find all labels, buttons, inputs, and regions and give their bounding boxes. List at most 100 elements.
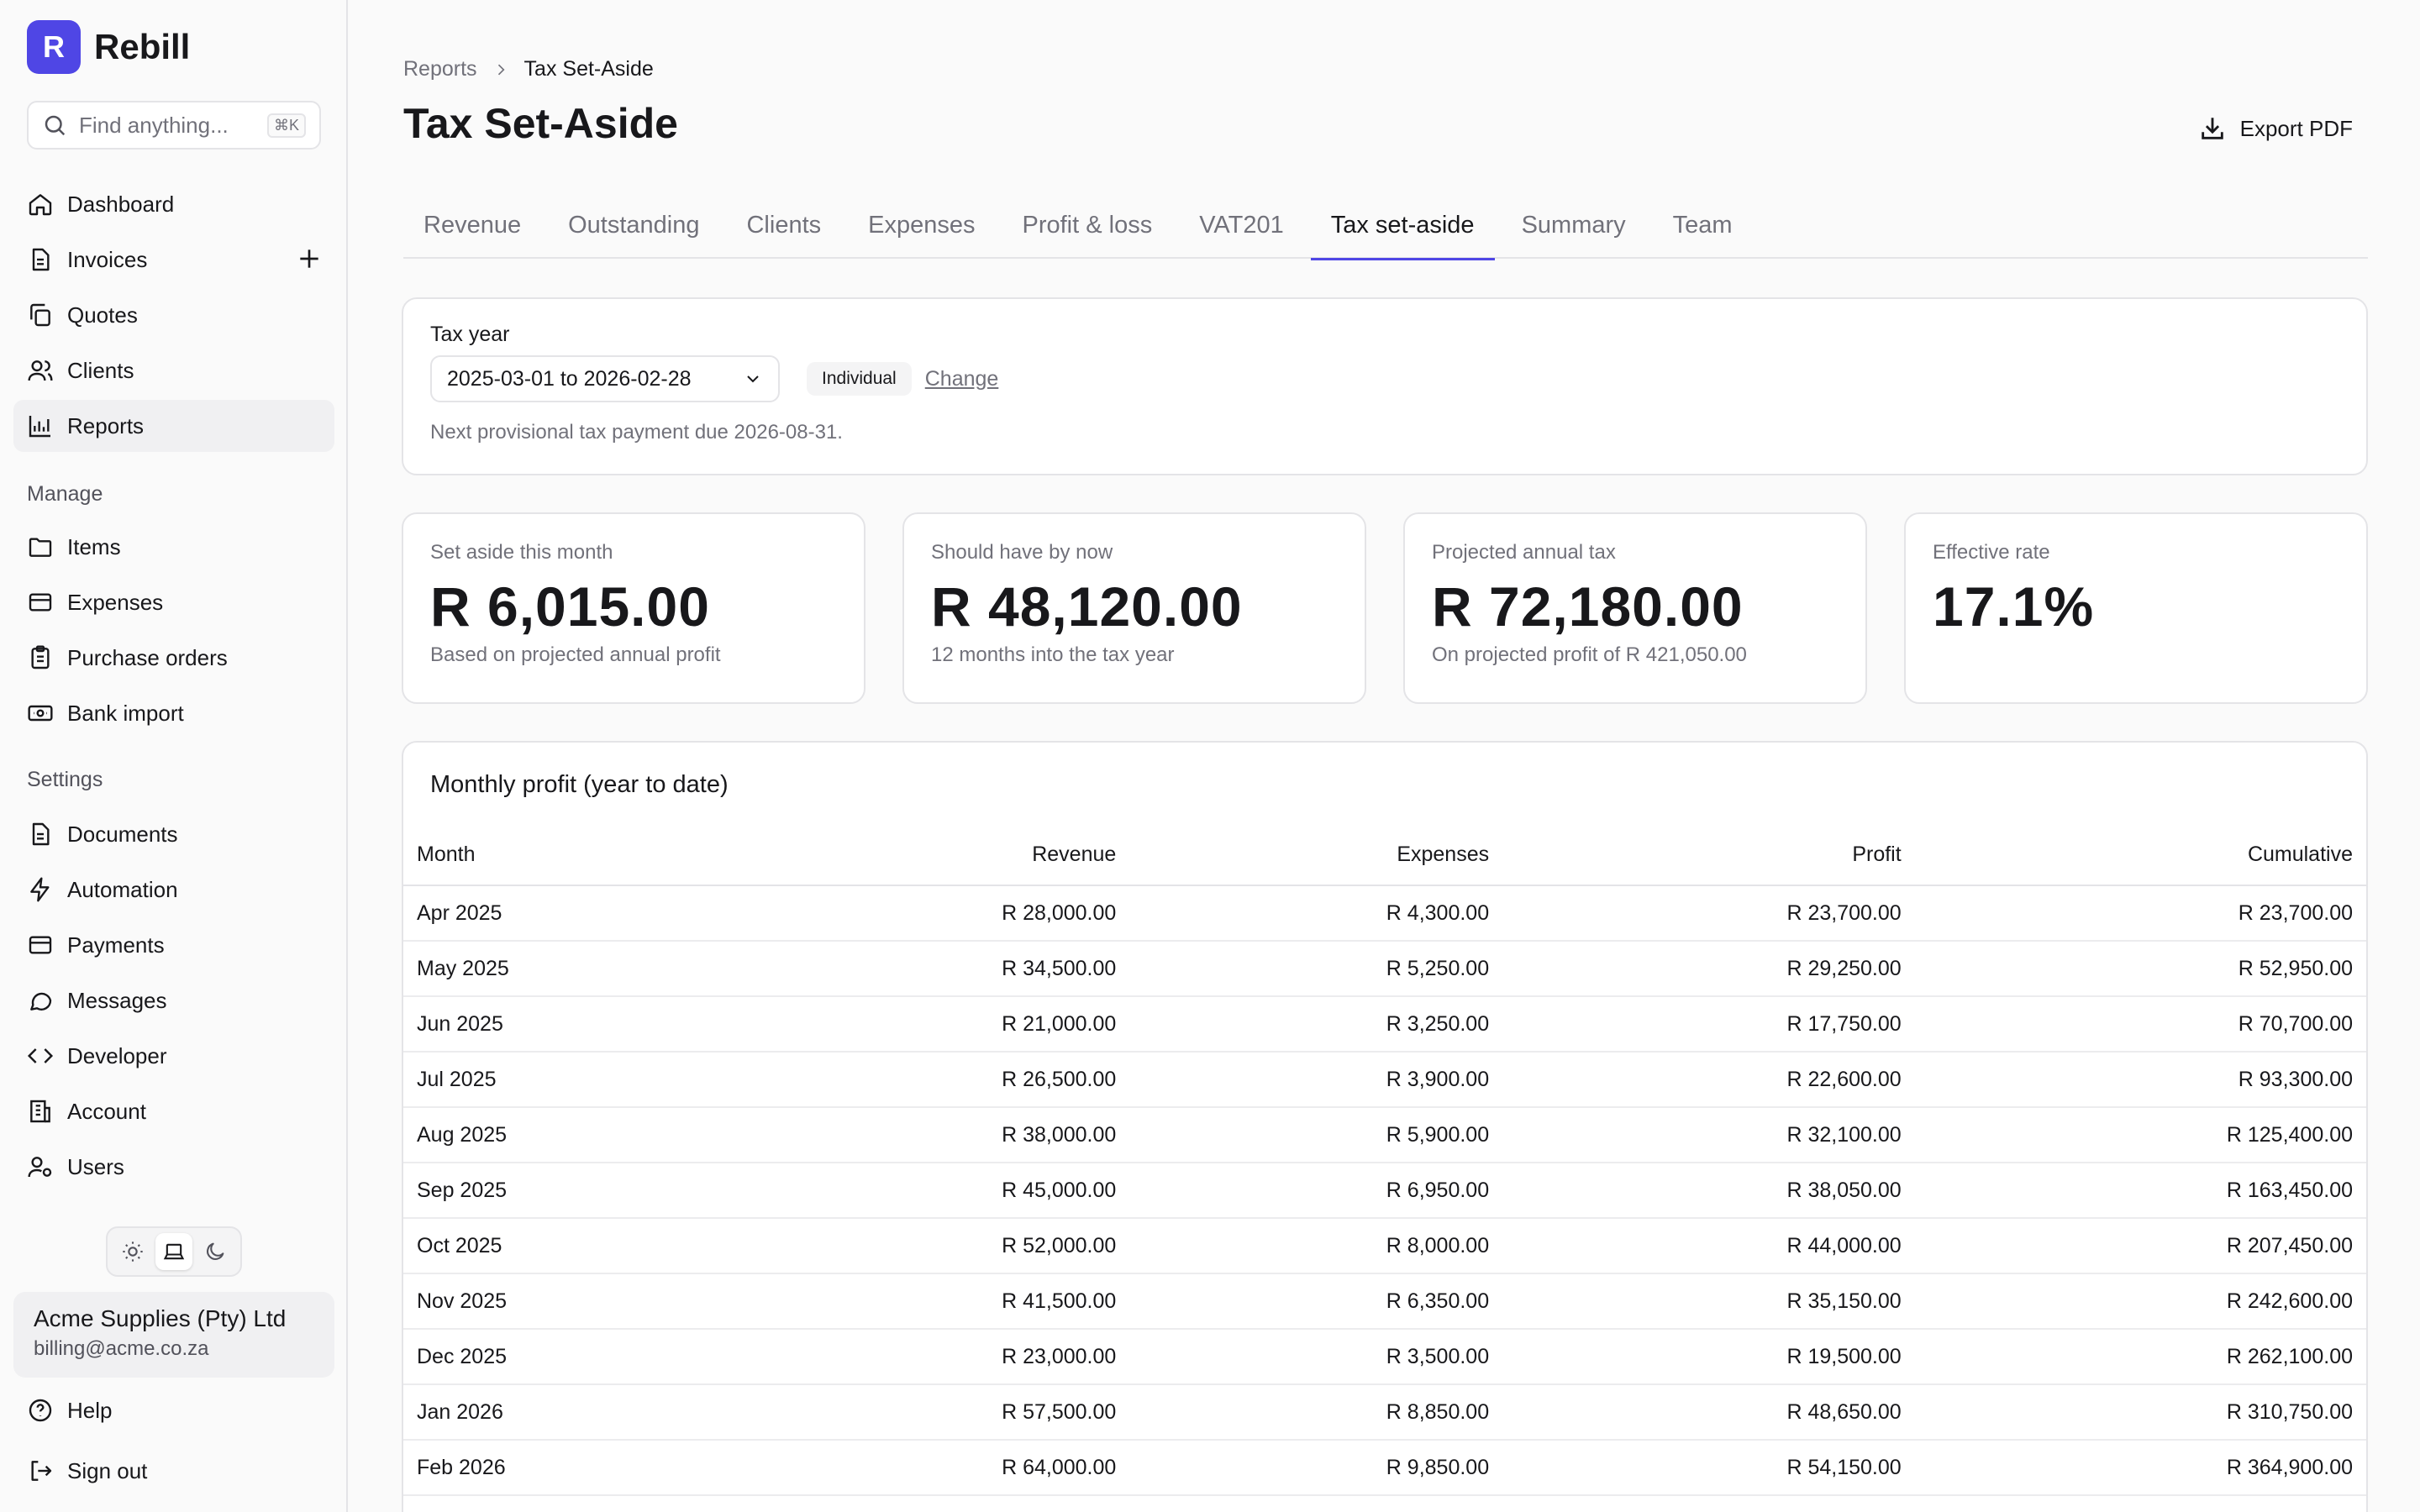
- nav-purchase-orders[interactable]: Purchase orders: [13, 632, 334, 684]
- account-switcher[interactable]: Acme Supplies (Pty) Ltd billing@acme.co.…: [13, 1292, 334, 1378]
- monthly-profit-panel: Monthly profit (year to date) Month Reve…: [402, 741, 2368, 1512]
- cell-expenses: R 5,250.00: [1129, 941, 1503, 997]
- nav-automation[interactable]: Automation: [13, 864, 334, 916]
- nav-documents[interactable]: Documents: [13, 808, 334, 860]
- cell-profit: R 54,150.00: [1502, 1440, 1915, 1496]
- chevron-right-icon: [497, 64, 505, 75]
- credit-card-icon: [29, 593, 52, 612]
- cell-month: Oct 2025: [403, 1218, 718, 1274]
- kpi-subtext: 12 months into the tax year: [931, 643, 1175, 666]
- cell-expenses: R 4,300.00: [1129, 885, 1503, 942]
- cell-cumulative: R 310,750.00: [1914, 1384, 2366, 1441]
- theme-dark-button[interactable]: [197, 1233, 234, 1270]
- nav-account[interactable]: Account: [13, 1085, 334, 1137]
- table-row: Sep 2025 R 45,000.00 R 6,950.00 R 38,050.00…: [403, 1163, 2366, 1219]
- cell-expenses: R 3,900.00: [1129, 1052, 1503, 1108]
- column-header-month: Month: [403, 825, 718, 886]
- tab-outstanding[interactable]: Outstanding: [548, 192, 719, 259]
- cell-profit: R 29,250.00: [1502, 941, 1915, 997]
- tab-revenue[interactable]: Revenue: [403, 192, 541, 259]
- kpi-card-set-aside: Set aside this month R 6,015.00 Based on…: [402, 512, 865, 704]
- kpi-value: R 6,015.00: [430, 575, 710, 638]
- clipboard-icon: [31, 645, 50, 669]
- nav-clients[interactable]: Clients: [13, 344, 334, 396]
- kpi-subtext: On projected profit of R 421,050.00: [1432, 643, 1747, 666]
- file-text-icon: [32, 822, 50, 846]
- moon-icon: [206, 1242, 224, 1260]
- table-row: Jan 2026 R 57,500.00 R 8,850.00 R 48,650.00…: [403, 1384, 2366, 1441]
- cell-month: Feb 2026: [403, 1440, 718, 1496]
- kpi-label: Effective rate: [1933, 541, 2050, 564]
- settings-section-label: Settings: [27, 768, 103, 791]
- nav-dashboard[interactable]: Dashboard: [13, 178, 334, 230]
- add-invoice-icon[interactable]: [296, 245, 323, 272]
- brand-name: Rebill: [94, 27, 191, 66]
- export-pdf-label: Export PDF: [2239, 115, 2353, 141]
- column-header-cumulative: Cumulative: [1914, 825, 2366, 886]
- nav-items[interactable]: Items: [13, 521, 334, 573]
- cell-profit: R 32,100.00: [1502, 1107, 1915, 1163]
- chevron-down-icon: [747, 375, 759, 383]
- tab-team[interactable]: Team: [1653, 192, 1753, 259]
- cell-cumulative: R 242,600.00: [1914, 1273, 2366, 1330]
- tab-summary[interactable]: Summary: [1502, 192, 1646, 259]
- nav-bank-import[interactable]: Bank import: [13, 687, 334, 739]
- brand[interactable]: R Rebill: [27, 20, 190, 74]
- cell-month: Jul 2025: [403, 1052, 718, 1108]
- kpi-label: Projected annual tax: [1432, 541, 1616, 564]
- nav-dashboard-label: Dashboard: [67, 191, 175, 217]
- tab-clients[interactable]: Clients: [726, 192, 841, 259]
- users-icon: [28, 360, 53, 381]
- cell-month: Aug 2025: [403, 1107, 718, 1163]
- sidebar: R Rebill Find anything... ⌘K Dashboard I…: [0, 0, 348, 1512]
- cell-cumulative: R 52,950.00: [1914, 941, 2366, 997]
- tab-tax-set-aside[interactable]: Tax set-aside: [1310, 192, 1495, 260]
- cell-cumulative: R 207,450.00: [1914, 1218, 2366, 1274]
- nav-messages[interactable]: Messages: [13, 974, 334, 1026]
- cell-profit: R 35,150.00: [1502, 1273, 1915, 1330]
- nav-expenses[interactable]: Expenses: [13, 576, 334, 628]
- kpi-card-effective-rate: Effective rate 17.1%: [1904, 512, 2368, 704]
- breadcrumb-reports-link[interactable]: Reports: [403, 57, 477, 81]
- search-placeholder: Find anything...: [79, 112, 229, 138]
- cell-revenue: R 38,000.00: [717, 1107, 1130, 1163]
- nav-invoices[interactable]: Invoices: [13, 234, 334, 286]
- tab-vat201[interactable]: VAT201: [1179, 192, 1303, 259]
- cell-expenses: R 5,900.00: [1129, 1107, 1503, 1163]
- report-tabs: Revenue Outstanding Clients Expenses Pro…: [403, 192, 2368, 260]
- table-row: Jul 2025 R 26,500.00 R 3,900.00 R 22,600.00…: [403, 1052, 2366, 1108]
- kpi-value: R 48,120.00: [931, 575, 1243, 638]
- tab-profit-loss[interactable]: Profit & loss: [1002, 192, 1173, 259]
- tax-year-select[interactable]: 2025-03-01 to 2026-02-28: [430, 355, 780, 402]
- nav-developer[interactable]: Developer: [13, 1030, 334, 1082]
- bar-chart-icon: [29, 416, 50, 438]
- cell-cumulative: R 262,100.00: [1914, 1329, 2366, 1385]
- nav-users-label: Users: [67, 1153, 124, 1179]
- nav-help[interactable]: Help: [13, 1384, 334, 1436]
- nav-documents-label: Documents: [67, 821, 178, 847]
- nav-users[interactable]: Users: [13, 1141, 334, 1193]
- change-taxpayer-link[interactable]: Change: [925, 367, 999, 391]
- breadcrumb-current: Tax Set-Aside: [523, 57, 654, 81]
- building-icon: [30, 1100, 50, 1123]
- search-input[interactable]: Find anything... ⌘K: [27, 101, 321, 150]
- cell-revenue: R 57,500.00: [717, 1384, 1130, 1441]
- nav-reports[interactable]: Reports: [13, 400, 334, 452]
- nav-reports-label: Reports: [67, 412, 145, 438]
- nav-quotes[interactable]: Quotes: [13, 289, 334, 341]
- nav-payments[interactable]: Payments: [13, 919, 334, 971]
- cell-month: May 2025: [403, 941, 718, 997]
- tab-expenses[interactable]: Expenses: [848, 192, 995, 259]
- cell-revenue: R 45,000.00: [717, 1163, 1130, 1219]
- theme-system-button[interactable]: [155, 1233, 192, 1270]
- cell-cumulative: R 125,400.00: [1914, 1107, 2366, 1163]
- kpi-card-should-have: Should have by now R 48,120.00 12 months…: [902, 512, 1366, 704]
- brand-logo: R: [27, 20, 81, 74]
- export-pdf-button[interactable]: Export PDF: [2185, 102, 2366, 155]
- theme-light-button[interactable]: [114, 1233, 151, 1270]
- card-icon: [29, 936, 52, 954]
- nav-sign-out[interactable]: Sign out: [13, 1445, 334, 1497]
- provisional-tax-note: Next provisional tax payment due 2026-08…: [430, 421, 843, 444]
- cell-profit: R 19,500.00: [1502, 1329, 1915, 1385]
- cell-cumulative: R 163,450.00: [1914, 1163, 2366, 1219]
